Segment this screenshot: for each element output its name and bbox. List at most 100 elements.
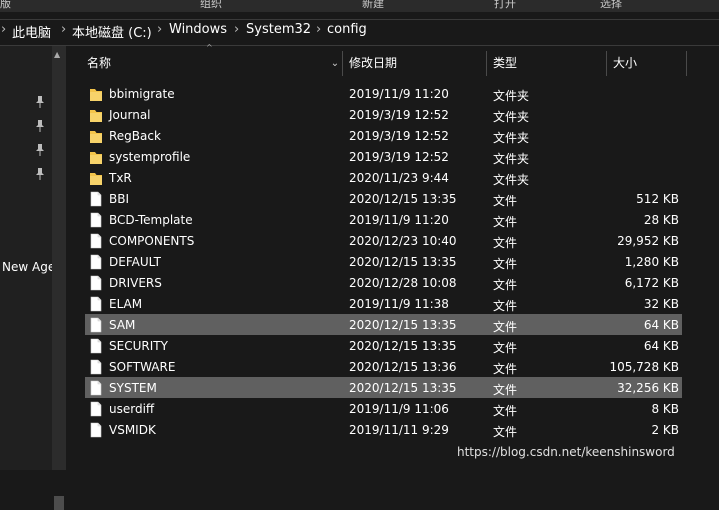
chevron-right-icon[interactable]: › bbox=[234, 22, 239, 37]
table-row[interactable]: userdiff 2019/11/9 11:06 文件 8 KB bbox=[85, 398, 682, 419]
table-row[interactable]: DEFAULT 2020/12/15 13:35 文件 1,280 KB bbox=[85, 251, 682, 272]
chevron-right-icon[interactable]: › bbox=[157, 22, 162, 37]
chevron-right-icon[interactable]: › bbox=[61, 22, 66, 37]
file-type: 文件夹 bbox=[493, 152, 530, 166]
file-type: 文件 bbox=[493, 194, 518, 208]
pin-icon[interactable] bbox=[35, 144, 45, 156]
table-row[interactable]: COMPONENTS 2020/12/23 10:40 文件 29,952 KB bbox=[85, 230, 682, 251]
file-type: 文件 bbox=[493, 320, 518, 334]
file-type: 文件 bbox=[493, 215, 518, 229]
file-icon bbox=[89, 275, 103, 291]
folder-icon bbox=[89, 149, 103, 165]
chevron-right-icon[interactable]: › bbox=[316, 22, 321, 37]
table-row[interactable]: systemprofile 2019/3/19 12:52 文件夹 bbox=[85, 146, 682, 167]
pin-icon[interactable] bbox=[35, 96, 45, 108]
table-row[interactable]: SAM 2020/12/15 13:35 文件 64 KB bbox=[85, 314, 682, 335]
file-type: 文件夹 bbox=[493, 131, 530, 145]
file-name: BBI bbox=[109, 192, 130, 206]
file-date: 2019/11/9 11:20 bbox=[349, 213, 449, 227]
table-row[interactable]: TxR 2020/11/23 9:44 文件夹 bbox=[85, 167, 682, 188]
file-type: 文件 bbox=[493, 278, 518, 292]
file-type: 文件 bbox=[493, 362, 518, 376]
watermark-text: https://blog.csdn.net/keenshinsword bbox=[457, 445, 675, 459]
table-row[interactable]: BCD-Template 2019/11/9 11:20 文件 28 KB bbox=[85, 209, 682, 230]
ribbon-item-new[interactable]: 新建 bbox=[362, 0, 384, 11]
file-name: SAM bbox=[109, 318, 136, 332]
file-date: 2020/12/15 13:35 bbox=[349, 381, 457, 395]
column-divider[interactable] bbox=[342, 51, 343, 76]
file-date: 2020/12/15 13:35 bbox=[349, 318, 457, 332]
file-name: SECURITY bbox=[109, 339, 168, 353]
file-type: 文件夹 bbox=[493, 89, 530, 103]
breadcrumb-item-local-disk[interactable]: 本地磁盘 (C:) bbox=[72, 22, 152, 41]
table-row[interactable]: RegBack 2019/3/19 12:52 文件夹 bbox=[85, 125, 682, 146]
file-icon bbox=[89, 359, 103, 375]
file-date: 2020/12/15 13:35 bbox=[349, 339, 457, 353]
file-type: 文件 bbox=[493, 257, 518, 271]
file-type: 文件 bbox=[493, 404, 518, 418]
column-divider[interactable] bbox=[606, 51, 607, 76]
file-name: systemprofile bbox=[109, 150, 191, 164]
file-date: 2020/12/23 10:40 bbox=[349, 234, 457, 248]
table-row[interactable]: SOFTWARE 2020/12/15 13:36 文件 105,728 KB bbox=[85, 356, 682, 377]
file-type: 文件 bbox=[493, 341, 518, 355]
file-name: COMPONENTS bbox=[109, 234, 195, 248]
table-row[interactable]: bbimigrate 2019/11/9 11:20 文件夹 bbox=[85, 83, 682, 104]
nav-scrollbar[interactable]: ▲ bbox=[52, 46, 66, 510]
column-header-type[interactable]: 类型 bbox=[493, 51, 517, 76]
file-name: userdiff bbox=[109, 402, 155, 416]
file-name: ELAM bbox=[109, 297, 143, 311]
table-row[interactable]: SECURITY 2020/12/15 13:35 文件 64 KB bbox=[85, 335, 682, 356]
column-filter-chevron-icon[interactable]: ⌄ bbox=[328, 51, 342, 76]
table-row[interactable]: ELAM 2019/11/9 11:38 文件 32 KB bbox=[85, 293, 682, 314]
table-row[interactable]: DRIVERS 2020/12/28 10:08 文件 6,172 KB bbox=[85, 272, 682, 293]
breadcrumb-item-system32[interactable]: System32 bbox=[246, 22, 311, 37]
table-row[interactable]: VSMIDK 2019/11/11 9:29 文件 2 KB bbox=[85, 419, 682, 440]
file-icon bbox=[89, 254, 103, 270]
file-size: 6,172 KB bbox=[624, 276, 679, 290]
file-type: 文件 bbox=[493, 425, 518, 439]
column-header-bar: 名称 修改日期 类型 大小 bbox=[70, 51, 687, 76]
ribbon-item-view[interactable]: 版 bbox=[0, 0, 11, 11]
column-header-size[interactable]: 大小 bbox=[613, 51, 637, 76]
file-name: TxR bbox=[109, 171, 132, 185]
table-row[interactable]: BBI 2020/12/15 13:35 文件 512 KB bbox=[85, 188, 682, 209]
file-date: 2020/12/28 10:08 bbox=[349, 276, 457, 290]
breadcrumb[interactable]: › 此电脑 › 本地磁盘 (C:) › Windows › System32 ›… bbox=[0, 19, 719, 46]
column-divider[interactable] bbox=[686, 51, 687, 76]
column-header-date[interactable]: 修改日期 bbox=[349, 51, 397, 76]
ribbon-item-select[interactable]: 选择 bbox=[600, 0, 622, 11]
navigation-pane: New Age bbox=[0, 46, 55, 470]
ribbon-item-open[interactable]: 打开 bbox=[494, 0, 516, 11]
breadcrumb-item-windows[interactable]: Windows bbox=[169, 22, 227, 37]
column-header-name[interactable]: 名称 bbox=[87, 51, 111, 76]
file-size: 28 KB bbox=[643, 213, 679, 227]
breadcrumb-item-this-pc[interactable]: 此电脑 bbox=[12, 22, 51, 41]
file-name: BCD-Template bbox=[109, 213, 193, 227]
ribbon-item-organize[interactable]: 组织 bbox=[200, 0, 222, 11]
pin-icon[interactable] bbox=[35, 168, 45, 180]
file-size: 105,728 KB bbox=[609, 360, 679, 374]
file-icon bbox=[89, 338, 103, 354]
file-icon bbox=[89, 191, 103, 207]
nav-item-label[interactable]: New Age bbox=[2, 260, 55, 274]
breadcrumb-item-config[interactable]: config bbox=[327, 22, 367, 37]
column-divider[interactable] bbox=[486, 51, 487, 76]
chevron-right-icon[interactable]: › bbox=[1, 22, 6, 37]
file-name: DRIVERS bbox=[109, 276, 162, 290]
file-icon bbox=[89, 317, 103, 333]
file-size: 2 KB bbox=[651, 423, 679, 437]
pin-icon[interactable] bbox=[35, 120, 45, 132]
file-icon bbox=[89, 212, 103, 228]
table-row[interactable]: Journal 2019/3/19 12:52 文件夹 bbox=[85, 104, 682, 125]
file-date: 2020/12/15 13:35 bbox=[349, 255, 457, 269]
folder-icon bbox=[89, 107, 103, 123]
file-icon bbox=[89, 422, 103, 438]
file-date: 2020/11/23 9:44 bbox=[349, 171, 449, 185]
file-name: Journal bbox=[109, 108, 151, 122]
file-size: 32 KB bbox=[643, 297, 679, 311]
file-icon bbox=[89, 380, 103, 396]
scroll-thumb[interactable] bbox=[54, 496, 64, 510]
scroll-up-arrow-icon[interactable]: ▲ bbox=[54, 50, 60, 59]
table-row[interactable]: SYSTEM 2020/12/15 13:35 文件 32,256 KB bbox=[85, 377, 682, 398]
